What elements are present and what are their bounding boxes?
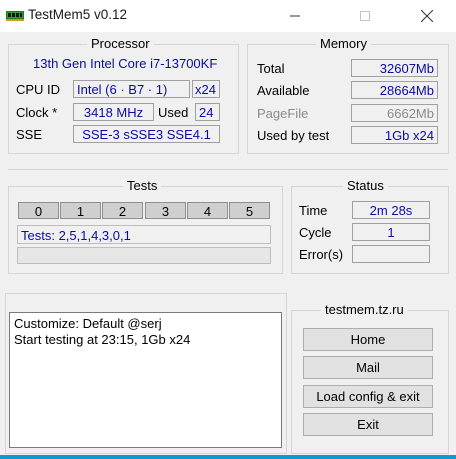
memory-chip-icon xyxy=(6,11,24,21)
exit-button[interactable]: Exit xyxy=(303,413,433,436)
site-title: testmem.tz.ru xyxy=(321,302,408,317)
test-cell-2: 2 xyxy=(102,202,143,219)
errors-field xyxy=(352,245,430,263)
cpu-name: 13th Gen Intel Core i7-13700KF xyxy=(33,56,218,71)
sse-field: SSE-3 sSSE3 SSE4.1 xyxy=(73,125,220,143)
log-line: Start testing at 23:15, 1Gb x24 xyxy=(14,332,191,347)
window-bottom-border xyxy=(0,455,456,459)
test-progress-bar xyxy=(17,247,271,264)
errors-label: Error(s) xyxy=(299,247,344,262)
cycle-label: Cycle xyxy=(299,225,332,240)
pagefile-field: 6662Mb xyxy=(351,104,438,122)
available-field: 28664Mb xyxy=(351,81,438,99)
test-cell-4: 4 xyxy=(187,202,228,219)
time-field: 2m 28s xyxy=(352,201,430,219)
tests-title: Tests xyxy=(123,178,162,193)
memory-title: Memory xyxy=(316,36,371,51)
test-cell-0: 0 xyxy=(18,202,59,219)
test-sequence: Tests: 2,5,1,4,3,0,1 xyxy=(17,225,271,244)
used-by-test-label: Used by test xyxy=(257,128,330,143)
available-label: Available xyxy=(257,83,310,98)
time-label: Time xyxy=(299,203,328,218)
separator xyxy=(8,169,448,170)
close-icon xyxy=(421,10,433,22)
total-label: Total xyxy=(257,61,285,76)
test-cell-1: 1 xyxy=(60,202,101,219)
home-button[interactable]: Home xyxy=(303,328,433,351)
close-button[interactable] xyxy=(404,0,450,32)
log-textarea[interactable]: Customize: Default @serj Start testing a… xyxy=(9,312,282,448)
test-cell-5: 5 xyxy=(229,202,270,219)
clock-label: Clock * xyxy=(16,105,58,120)
cpu-id-label: CPU ID xyxy=(16,82,61,97)
processor-title: Processor xyxy=(87,36,154,51)
mail-button[interactable]: Mail xyxy=(303,356,433,379)
clock-field: 3418 MHz xyxy=(73,103,154,121)
status-title: Status xyxy=(343,178,388,193)
threads-field: x24 xyxy=(192,80,220,98)
used-field: 24 xyxy=(195,103,220,121)
pagefile-label: PageFile xyxy=(257,106,309,121)
cpu-id-field: Intel (6 · B7 · 1) xyxy=(73,80,190,98)
maximize-button[interactable] xyxy=(342,0,388,32)
test-cell-3: 3 xyxy=(145,202,186,219)
total-field: 32607Mb xyxy=(351,59,438,77)
sse-label: SSE xyxy=(16,127,43,142)
used-by-test-field: 1Gb x24 xyxy=(351,126,438,144)
load-config-exit-button[interactable]: Load config & exit xyxy=(303,385,433,408)
minimize-button[interactable] xyxy=(272,0,318,32)
log-line: Customize: Default @serj xyxy=(14,316,162,331)
used-label: Used xyxy=(158,105,189,120)
window-title: TestMem5 v0.12 xyxy=(28,7,128,22)
cycle-field: 1 xyxy=(352,223,430,241)
maximize-icon xyxy=(360,11,370,21)
minimize-icon xyxy=(290,15,300,17)
title-bar: TestMem5 v0.12 xyxy=(0,0,456,32)
